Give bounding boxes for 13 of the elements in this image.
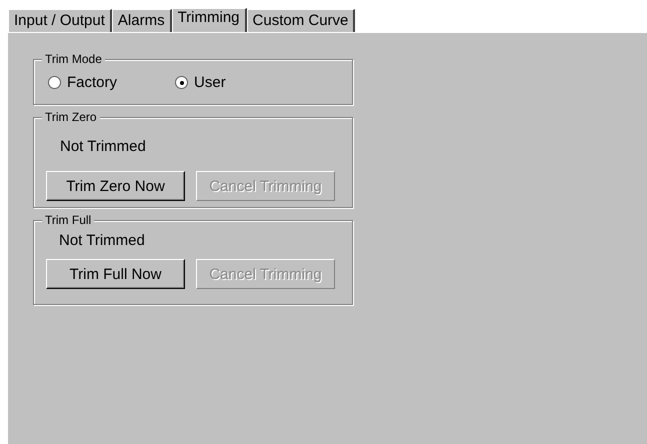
status-text: Not Trimmed <box>60 138 147 155</box>
tab[interactable]: Input / Output <box>8 9 112 32</box>
trim-button[interactable]: Trim Full Now <box>46 259 185 289</box>
status-text: Not Trimmed <box>59 232 146 249</box>
radio-option[interactable]: User <box>175 74 226 91</box>
trim-button[interactable]: Trim Zero Now <box>46 171 185 201</box>
radio-option[interactable]: Factory <box>48 74 118 91</box>
group-title: Trim Zero <box>42 110 100 124</box>
group-title: Trim Full <box>42 213 94 227</box>
tab[interactable]: Alarms <box>112 9 172 32</box>
tab[interactable]: Trimming <box>172 8 247 32</box>
tab[interactable]: Custom Curve <box>246 9 356 32</box>
group-title: Trim Mode <box>42 52 105 66</box>
